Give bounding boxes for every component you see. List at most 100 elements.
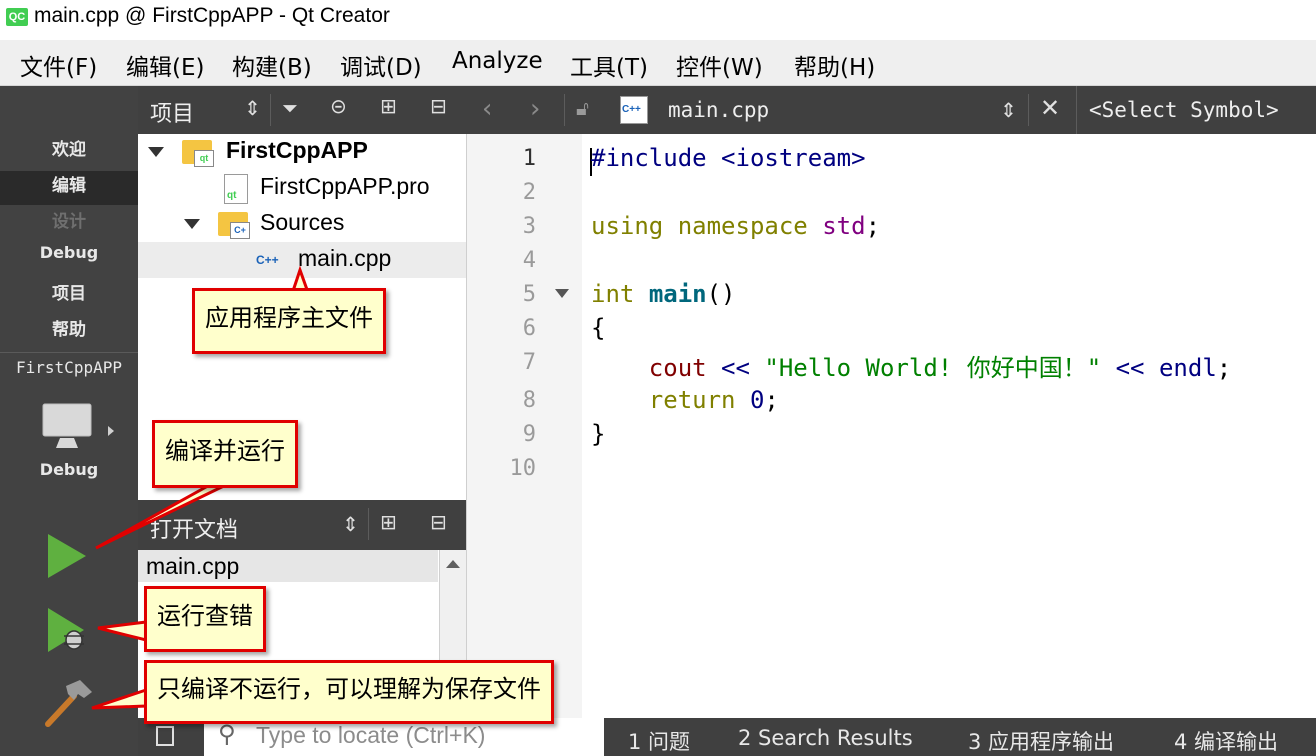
line-number: 2 [522,180,536,205]
status-tab-compile-output[interactable]: 4 编译输出 [1174,726,1278,756]
menu-bar: 文件(F) 编辑(E) 构建(B) 调试(D) Analyze 工具(T) 控件… [0,40,1316,86]
expand-arrow-icon[interactable] [184,219,200,229]
mode-design[interactable]: 设计 [0,207,138,241]
file-switch-icon[interactable]: ⇕ [1000,98,1017,122]
code-line: using namespace std; [591,212,881,240]
open-docs-header: 打开文档 ⇕ ⊞ ⊟ [138,500,466,550]
symbol-selector[interactable]: <Select Symbol> [1076,86,1316,134]
line-number: 10 [509,456,537,481]
line-number: 6 [522,316,536,341]
line-number: 5 [522,282,536,307]
callout-build-only: 只编译不运行，可以理解为保存文件 [144,660,554,724]
line-number: 1 [522,146,536,171]
lock-icon[interactable]: 🔓︎ [576,96,589,120]
header-separator [368,508,369,540]
code-line: { [591,314,606,342]
mode-bar: 欢迎 编辑 设计 Debug 项目 帮助 FirstCppAPP Debug [0,86,138,756]
tree-item-main-cpp[interactable]: C++ main.cpp [138,242,466,278]
split-icon[interactable]: ⊞ [380,94,397,118]
cpp-file-icon: C++ [256,253,279,267]
tree-item-root[interactable]: qt FirstCppAPP [138,134,466,170]
line-number: 8 [522,388,536,413]
mode-projects[interactable]: 项目 [0,279,138,313]
window-title: main.cpp @ FirstCppAPP - Qt Creator [34,4,390,27]
header-separator [564,94,565,126]
forward-icon[interactable]: › [530,94,540,124]
monitor-icon[interactable] [40,402,98,454]
list-item[interactable]: main.cpp [138,550,438,582]
locator-placeholder: Type to locate (Ctrl+K) [256,722,486,748]
tree-pro-label: FirstCppAPP.pro [260,173,430,199]
code-line: } [591,420,606,448]
tree-item-sources[interactable]: C+ Sources [138,206,466,242]
symbol-selector-label: <Select Symbol> [1089,98,1279,122]
menu-debug[interactable]: 调试(D) [340,48,422,82]
filter-icon[interactable]: ⏷ [282,96,298,120]
mode-edit[interactable]: 编辑 [0,171,138,205]
title-bar: QC main.cpp @ FirstCppAPP - Qt Creator [0,0,1316,40]
back-icon[interactable]: ‹ [482,94,492,124]
kit-selector-arrow-icon[interactable] [108,426,114,436]
project-pane-header: 项目 ⇕ ⏷ ⊝ ⊞ ⊟ [138,86,466,134]
fold-marker-icon[interactable] [555,289,569,298]
callout-main-file: 应用程序主文件 [192,288,386,354]
link-icon[interactable]: ⊝ [330,94,347,118]
menu-tools[interactable]: 工具(T) [570,48,648,82]
search-icon: ⚲ [218,720,236,748]
close-icon[interactable]: ✕ [1040,94,1060,122]
menu-edit[interactable]: 编辑(E) [126,48,204,82]
menu-help[interactable]: 帮助(H) [794,48,875,82]
code-editor[interactable]: #include <iostream> using namespace std;… [582,134,1316,734]
close-pane-icon[interactable]: ⊟ [430,94,447,118]
scroll-up-icon[interactable] [446,560,460,568]
menu-file[interactable]: 文件(F) [20,48,97,82]
code-line: #include <iostream> [591,144,866,172]
menu-build[interactable]: 构建(B) [232,48,312,82]
expand-arrow-icon[interactable] [148,147,164,157]
open-docs-title[interactable]: 打开文档 [150,512,238,544]
mode-debug[interactable]: Debug [0,243,138,277]
run-icon[interactable] [44,532,88,580]
qt-logo-icon: QC [6,8,28,26]
code-line: cout << "Hello World! 你好中国！" << endl; [648,354,1232,382]
mode-help[interactable]: 帮助 [0,315,138,349]
sidebar-toggle-icon[interactable] [144,722,190,752]
sort-icon[interactable]: ⇕ [244,96,261,120]
cpp-file-icon: C++ [620,96,648,124]
code-line: return 0; [648,386,779,414]
kit-build-config: Debug [39,460,99,479]
qt-project-folder-icon: qt [182,140,214,167]
callout-debug-run: 运行查错 [144,586,266,652]
build-hammer-icon[interactable] [40,678,96,730]
code-line: int main() [591,280,736,308]
tree-item-pro-file[interactable]: qt FirstCppAPP.pro [138,170,466,206]
open-doc-label: main.cpp [146,553,240,579]
debug-run-icon[interactable] [44,606,92,656]
sort-icon[interactable]: ⇕ [342,512,359,536]
header-separator [1028,94,1029,126]
tree-sources-label: Sources [260,209,345,235]
line-number: 7 [522,350,536,375]
editor-file-name[interactable]: main.cpp [668,98,769,122]
pro-file-icon: qt [224,174,248,204]
status-tab-search-results[interactable]: 2 Search Results [738,726,913,750]
project-pane-title[interactable]: 项目 [150,96,194,128]
status-tab-app-output[interactable]: 3 应用程序输出 [968,726,1114,756]
menu-controls[interactable]: 控件(W) [676,48,763,82]
callout-build-run: 编译并运行 [152,420,298,488]
close-pane-icon[interactable]: ⊟ [430,510,447,534]
tree-main-label: main.cpp [298,245,392,271]
line-number: 4 [522,248,536,273]
split-icon[interactable]: ⊞ [380,510,397,534]
mode-welcome[interactable]: 欢迎 [0,135,138,169]
status-tab-issues[interactable]: 1 问题 [628,726,690,756]
line-number: 9 [522,422,536,447]
line-number: 3 [522,214,536,239]
tree-root-label: FirstCppAPP [226,137,368,163]
mode-separator [0,352,138,353]
header-separator [270,94,271,126]
menu-analyze[interactable]: Analyze [452,48,543,74]
sources-folder-icon: C+ [218,212,250,239]
kit-project-name: FirstCppAPP [16,358,122,377]
editor-toolbar: ‹ › 🔓︎ C++ main.cpp ⇕ ✕ <Select Symbol> [466,86,1316,134]
